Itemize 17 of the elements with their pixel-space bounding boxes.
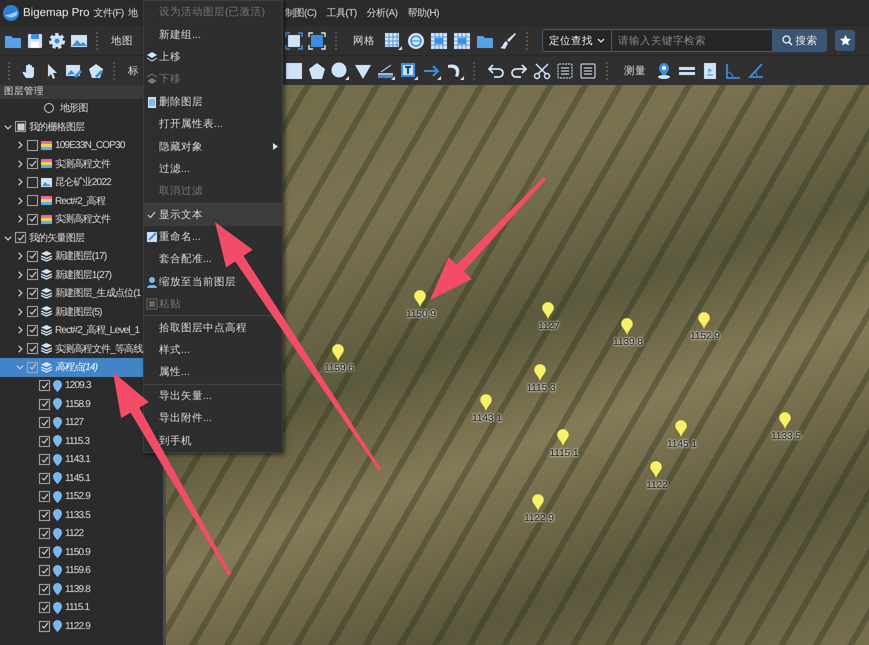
elevation-label: 1133.5 xyxy=(771,431,801,442)
elevation-label: 1150.9 xyxy=(406,309,436,320)
app-title: Bigemap Pro xyxy=(23,6,90,18)
toolbar-label: 标 xyxy=(127,64,140,78)
toolbar-label: 测量 xyxy=(623,64,647,78)
elevation-label: 1143.1 xyxy=(472,413,502,424)
elevation-label: 1159.6 xyxy=(324,363,354,374)
toolbar-label: 网格 xyxy=(352,34,376,48)
elevation-label: 1122 xyxy=(646,480,668,491)
elevation-label: 1115.3 xyxy=(526,383,556,394)
elevation-label: 1115.1 xyxy=(549,448,579,459)
elevation-label: 1152.9 xyxy=(690,331,720,342)
elevation-label: 1122.9 xyxy=(524,513,554,524)
elevation-label: 1139.8 xyxy=(613,337,643,348)
elevation-label: 1145.1 xyxy=(667,439,697,450)
elevation-label: 1127 xyxy=(538,321,560,332)
toolbar-label: 地图 xyxy=(110,34,134,48)
